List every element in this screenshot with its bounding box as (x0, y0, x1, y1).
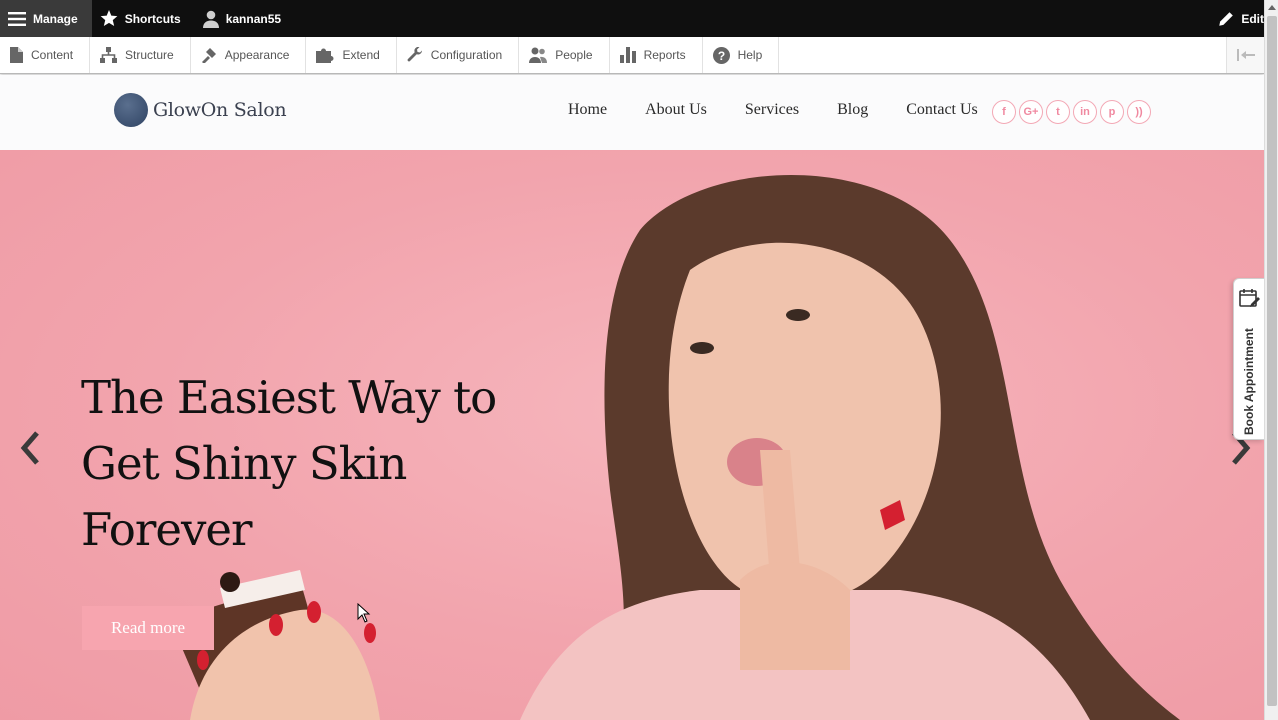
tray-item-label: Configuration (430, 48, 503, 62)
page-icon (10, 47, 23, 63)
tray-item-reports[interactable]: Reports (610, 37, 703, 73)
hamburger-icon (8, 11, 26, 26)
tray-item-help[interactable]: ? Help (703, 37, 780, 73)
orientation-icon (1236, 49, 1255, 61)
tray-item-label: Help (737, 48, 763, 62)
scroll-up-arrow[interactable] (1265, 0, 1278, 14)
tray-item-people[interactable]: People (519, 37, 610, 73)
social-links: f G+ t in p )) (992, 100, 1154, 124)
edit-label: Edit (1241, 11, 1264, 26)
tray-item-label: Content (31, 48, 74, 62)
mouse-cursor-icon (357, 603, 371, 623)
nav-contact-us[interactable]: Contact Us (906, 101, 978, 119)
calendar-edit-icon (1239, 289, 1260, 307)
scroll-thumb[interactable] (1267, 16, 1277, 706)
pinterest-icon[interactable]: p (1100, 100, 1124, 124)
logo-icon (114, 93, 148, 127)
admin-toolbar: Manage Shortcuts kannan55 Edit (0, 0, 1278, 37)
twitter-icon[interactable]: t (1046, 100, 1070, 124)
pencil-icon (1219, 11, 1234, 26)
hero-title: The Easiest Way to Get Shiny Skin Foreve… (81, 371, 497, 556)
page-scrollbar[interactable] (1264, 0, 1278, 720)
sitemap-icon (100, 47, 118, 63)
facebook-icon[interactable]: f (992, 100, 1016, 124)
tray-item-extend[interactable]: Extend (306, 37, 397, 73)
slider-prev-button[interactable] (16, 428, 46, 468)
book-appointment-tab[interactable]: Book Appointment (1233, 278, 1264, 440)
tray-item-content[interactable]: Content (0, 37, 91, 73)
tray-item-structure[interactable]: Structure (90, 37, 191, 73)
rss-icon[interactable]: )) (1127, 100, 1151, 124)
svg-text:?: ? (717, 49, 724, 63)
tray-item-label: Extend (342, 48, 380, 62)
shortcuts-label: Shortcuts (124, 11, 181, 26)
site-logo[interactable]: GlowOn Salon (114, 93, 287, 127)
nav-blog[interactable]: Blog (837, 101, 868, 119)
help-icon: ? (712, 46, 730, 64)
chevron-left-icon (20, 431, 39, 465)
main-nav: Home About Us Services Blog Contact Us (568, 101, 1016, 119)
user-label: kannan55 (225, 11, 282, 26)
star-icon (100, 10, 118, 27)
site-name: GlowOn Salon (153, 99, 287, 121)
tray-item-label: Reports (643, 48, 686, 62)
caret-up-icon (1268, 5, 1276, 10)
admin-tray: Content Structure Appearance Extend Conf… (0, 37, 1264, 74)
read-more-button[interactable]: Read more (82, 606, 214, 650)
hero-slider: The Easiest Way to Get Shiny Skin Foreve… (0, 150, 1264, 720)
google-plus-icon[interactable]: G+ (1019, 100, 1043, 124)
tray-item-appearance[interactable]: Appearance (191, 37, 307, 73)
nav-about-us[interactable]: About Us (645, 101, 707, 119)
tray-orientation-toggle[interactable] (1226, 37, 1264, 73)
nav-home[interactable]: Home (568, 101, 607, 119)
book-appointment-label: Book Appointment (1242, 328, 1256, 435)
user-button[interactable]: kannan55 (195, 0, 295, 37)
linkedin-icon[interactable]: in (1073, 100, 1097, 124)
people-icon (529, 47, 548, 63)
tray-item-configuration[interactable]: Configuration (397, 37, 520, 73)
puzzle-icon (316, 48, 334, 63)
tray-item-label: People (555, 48, 593, 62)
manage-label: Manage (33, 11, 78, 26)
user-icon (202, 10, 219, 28)
shortcuts-button[interactable]: Shortcuts (92, 0, 195, 37)
manage-button[interactable]: Manage (0, 0, 92, 37)
nav-services[interactable]: Services (745, 101, 799, 119)
tray-item-label: Structure (125, 48, 174, 62)
paintbrush-icon (201, 48, 216, 63)
bar-chart-icon (619, 47, 636, 63)
tray-item-label: Appearance (224, 48, 290, 62)
wrench-icon (407, 47, 422, 62)
